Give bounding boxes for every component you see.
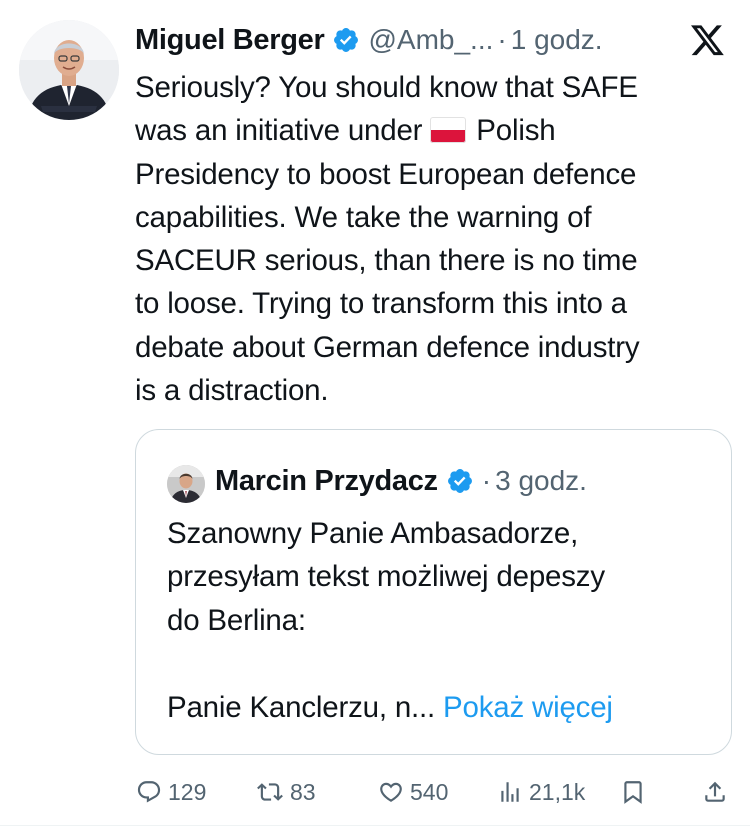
- repost-button[interactable]: 83: [256, 772, 316, 812]
- tweet-text-line: is a distraction.: [135, 374, 329, 408]
- verified-badge-icon[interactable]: [446, 467, 474, 495]
- reply-button[interactable]: 129: [136, 772, 206, 812]
- repost-icon: [257, 783, 283, 801]
- tweet-text-line: was an initiative under Polish: [135, 109, 735, 152]
- quote-author-name[interactable]: Marcin Przydacz: [215, 465, 438, 498]
- like-count: 540: [410, 778, 449, 805]
- views-icon: [501, 782, 519, 802]
- tweet-text-line: to loose. Trying to transform this into …: [135, 287, 627, 321]
- author-name[interactable]: Miguel Berger: [135, 24, 325, 57]
- tweet-time[interactable]: 1 godz.: [511, 24, 603, 56]
- quote-text-fragment: Panie Kanclerzu, n...: [167, 690, 436, 724]
- tweet-text-line: debate about German defence industry: [135, 330, 640, 364]
- reply-icon: [137, 781, 161, 803]
- verified-badge-icon[interactable]: [332, 26, 360, 54]
- quote-header: Marcin Przydacz · 3 godz.: [215, 461, 587, 501]
- quote-text: Szanowny Panie Ambasadorze, przesyłam te…: [167, 512, 722, 729]
- x-logo-icon[interactable]: [690, 24, 726, 58]
- quote-author-avatar[interactable]: [167, 465, 205, 503]
- separator-dot: ·: [497, 24, 507, 55]
- quote-text-line: przesyłam tekst możliwej depeszy: [167, 560, 605, 594]
- quoted-tweet[interactable]: Marcin Przydacz · 3 godz. Szanowny Panie…: [135, 429, 732, 755]
- poland-flag-icon: [430, 117, 467, 144]
- like-button[interactable]: 540: [378, 772, 448, 812]
- author-avatar[interactable]: [19, 20, 119, 120]
- tweet-text: Seriously? You should know that SAFE was…: [135, 66, 735, 412]
- quote-text-line: Panie Kanclerzu, n... Pokaż więcej: [167, 686, 722, 729]
- quote-text-line: do Berlina:: [167, 603, 306, 637]
- action-bar: 129 83 540 21,1k: [0, 772, 750, 812]
- author-handle[interactable]: @Amb_...: [368, 24, 493, 56]
- quote-text-line: [167, 642, 722, 685]
- quote-time[interactable]: 3 godz.: [495, 465, 587, 497]
- tweet-text-fragment: Polish: [476, 114, 556, 148]
- tweet-text-line: capabilities. We take the warning of: [135, 200, 592, 234]
- reply-count: 129: [168, 778, 207, 805]
- tweet-text-fragment: was an initiative under: [135, 114, 423, 148]
- views-count: 21,1k: [529, 778, 586, 805]
- bookmark-icon: [624, 781, 642, 804]
- share-button[interactable]: [702, 772, 734, 812]
- divider: [0, 825, 750, 826]
- repost-count: 83: [290, 778, 316, 805]
- views-button[interactable]: 21,1k: [497, 772, 585, 812]
- tweet-text-line: SACEUR serious, than there is no time: [135, 244, 638, 278]
- separator-dot: ·: [481, 465, 492, 496]
- quote-text-line: Szanowny Panie Ambasadorze,: [167, 517, 579, 550]
- tweet-text-line: Seriously? You should know that SAFE: [135, 71, 638, 104]
- tweet-header: Miguel Berger @Amb_... · 1 godz.: [135, 18, 603, 62]
- share-icon: [705, 781, 725, 802]
- show-more-link[interactable]: Pokaż więcej: [443, 691, 613, 724]
- bookmark-button[interactable]: [620, 772, 652, 812]
- heart-icon: [380, 782, 402, 802]
- tweet-text-line: Presidency to boost European defence: [135, 157, 637, 191]
